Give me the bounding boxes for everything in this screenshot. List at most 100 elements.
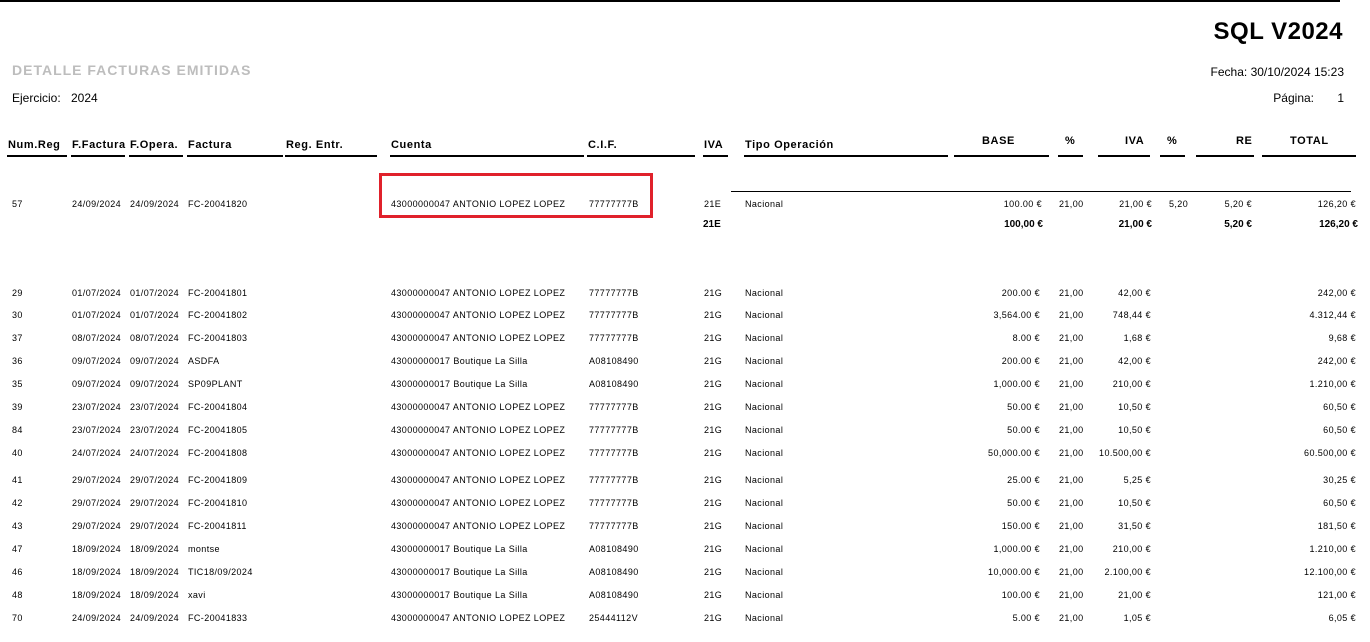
cell-ffactura: 23/07/2024 [72, 425, 122, 435]
cell-factura: montse [188, 544, 220, 554]
cell-iva: 21G [704, 590, 723, 600]
cell-cuenta: 43000000047 ANTONIO LOPEZ LOPEZ [391, 333, 566, 343]
cell-fopera: 24/07/2024 [130, 448, 180, 458]
cell-cuenta: 43000000047 ANTONIO LOPEZ LOPEZ [391, 288, 566, 298]
cell-base: 50.00 € [1007, 425, 1040, 435]
cell-cif: 25444112V [589, 613, 638, 623]
cell-pct: 21,00 [1059, 199, 1084, 209]
col-underline [7, 155, 67, 157]
cell-cuenta: 43000000017 Boutique La Silla [391, 590, 528, 600]
col-underline [744, 155, 948, 157]
cell-iva: 21G [704, 521, 723, 531]
cell-cuota: 210,00 € [1112, 379, 1151, 389]
cell-cuota: 31,50 € [1118, 521, 1151, 531]
cell-numreg: 46 [12, 567, 23, 577]
cell-cuota: 1,05 € [1123, 613, 1151, 623]
cell-base: 50.00 € [1007, 402, 1040, 412]
cell-pctre: 5,20 [1169, 199, 1189, 209]
cell-total: 12.100,00 € [1304, 567, 1356, 577]
cell-factura: FC-20041804 [188, 402, 248, 412]
cell-cif: 77777777B [589, 199, 639, 209]
cell-ffactura: 29/07/2024 [72, 475, 122, 485]
col-total: TOTAL [1290, 135, 1329, 147]
col-cif: C.I.F. [588, 139, 618, 151]
cell-factura: FC-20041801 [188, 288, 248, 298]
cell-total: 60,50 € [1323, 402, 1356, 412]
cell-fopera: 29/07/2024 [130, 521, 180, 531]
cell-fopera: 08/07/2024 [130, 333, 180, 343]
cell-cuenta: 43000000047 ANTONIO LOPEZ LOPEZ [391, 310, 566, 320]
cell-cif: A08108490 [589, 356, 639, 366]
cell-base: 100.00 € [1001, 590, 1040, 600]
col-iva2: IVA [1125, 135, 1145, 147]
cell-pct: 21,00 [1059, 544, 1084, 554]
highlight-box [379, 173, 653, 218]
cell-re: 5,20 € [1224, 199, 1252, 209]
cell-tipo: Nacional [745, 402, 784, 412]
cell-numreg: 57 [12, 199, 23, 209]
cell-fopera: 01/07/2024 [130, 288, 180, 298]
cell-iva: 21G [704, 475, 723, 485]
cell-total: 6,05 € [1328, 613, 1356, 623]
col-tipo: Tipo Operación [745, 139, 834, 151]
cell-base: 50.00 € [1007, 498, 1040, 508]
cell-total: 126,20 € [1317, 199, 1356, 209]
cell-fopera: 23/07/2024 [130, 425, 180, 435]
cell-tipo: Nacional [745, 288, 784, 298]
cell-cuenta: 43000000047 ANTONIO LOPEZ LOPEZ [391, 498, 566, 508]
cell-cif: A08108490 [589, 590, 639, 600]
cell-iva: 21E [704, 199, 722, 209]
cell-total: 1.210,00 € [1309, 379, 1356, 389]
cell-iva: 21G [704, 498, 723, 508]
cell-cif: A08108490 [589, 544, 639, 554]
cell-iva: 21G [704, 333, 723, 343]
cell-numreg: 84 [12, 425, 23, 435]
cell-total: 60,50 € [1323, 425, 1356, 435]
cell-factura: FC-20041810 [188, 498, 248, 508]
cell-iva: 21G [704, 613, 723, 623]
cell-cuenta: 43000000017 Boutique La Silla [391, 356, 528, 366]
cell-tipo: Nacional [745, 613, 784, 623]
cell-fopera: 23/07/2024 [130, 402, 180, 412]
cell-cuenta: 43000000047 ANTONIO LOPEZ LOPEZ [391, 199, 566, 209]
cell-total: 1.210,00 € [1309, 544, 1356, 554]
cell-pct: 21,00 [1059, 613, 1084, 623]
cell-fopera: 18/09/2024 [130, 590, 180, 600]
cell-base: 1,000.00 € [993, 544, 1040, 554]
cell-ffactura: 01/07/2024 [72, 288, 122, 298]
cell-base: 50,000.00 € [988, 448, 1040, 458]
cell-base: 1,000.00 € [993, 379, 1040, 389]
cell-factura: FC-20041833 [188, 613, 248, 623]
col-underline [285, 155, 377, 157]
cell-numreg: 40 [12, 448, 23, 458]
cell-ffactura: 18/09/2024 [72, 567, 122, 577]
cell-cuota: 2.100,00 € [1104, 567, 1151, 577]
pagina-value: 1 [1337, 91, 1344, 105]
cell-numreg: 30 [12, 310, 23, 320]
cell-cuenta: 43000000017 Boutique La Silla [391, 379, 528, 389]
report-date: Fecha: 30/10/2024 15:23 [1210, 65, 1344, 79]
cell-factura: FC-20041802 [188, 310, 248, 320]
cell-ffactura: 18/09/2024 [72, 544, 122, 554]
col-regentr: Reg. Entr. [286, 139, 344, 151]
cell-factura: xavi [188, 590, 206, 600]
col-ffactura: F.Factura [72, 139, 126, 151]
cell-fopera: 09/07/2024 [130, 356, 180, 366]
cell-tipo: Nacional [745, 498, 784, 508]
cell-cuota: 21,00 € [1119, 199, 1152, 209]
cell-numreg: 41 [12, 475, 23, 485]
cell-ffactura: 01/07/2024 [72, 310, 122, 320]
col-underline [1262, 155, 1356, 157]
col-pct2: % [1167, 135, 1178, 147]
cell-tipo: Nacional [745, 448, 784, 458]
cell-cif: 77777777B [589, 288, 639, 298]
cell-total: 121,00 € [1317, 590, 1356, 600]
cell-cuenta: 43000000047 ANTONIO LOPEZ LOPEZ [391, 402, 566, 412]
col-underline [587, 155, 695, 157]
cell-ffactura: 09/07/2024 [72, 356, 122, 366]
cell-tipo: Nacional [745, 310, 784, 320]
col-underline [703, 155, 728, 157]
cell-numreg: 36 [12, 356, 23, 366]
cell-factura: FC-20041820 [188, 199, 248, 209]
cell-fopera: 09/07/2024 [130, 379, 180, 389]
